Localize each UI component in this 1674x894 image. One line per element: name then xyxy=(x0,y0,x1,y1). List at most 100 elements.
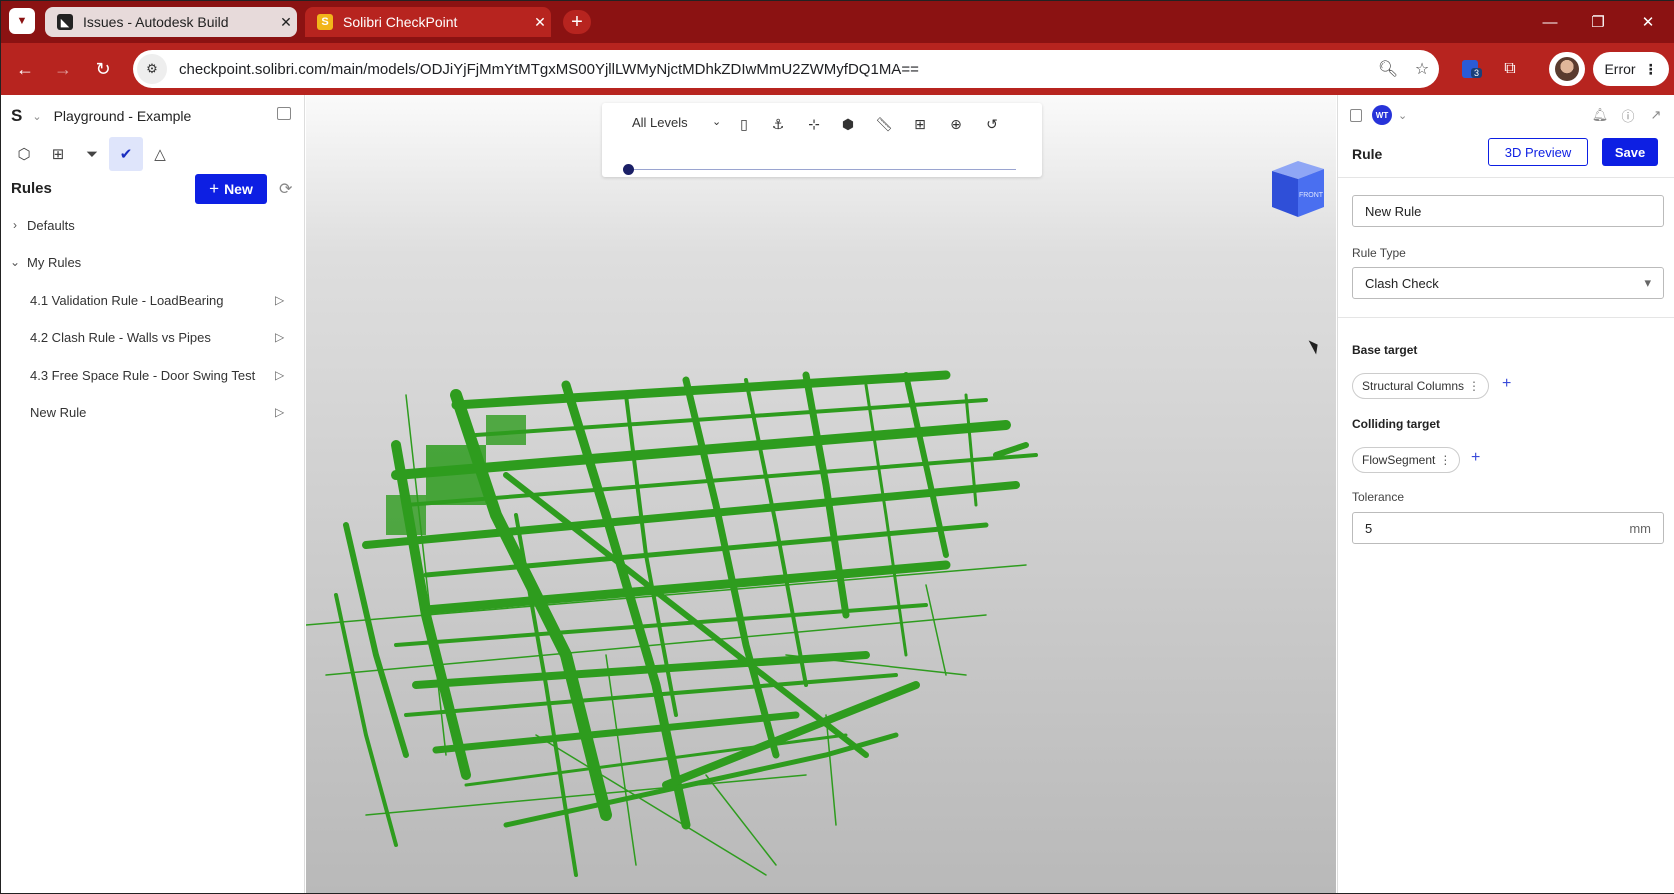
walk-icon[interactable]: ⚓ xyxy=(766,112,790,136)
tab-title: Solibri CheckPoint xyxy=(343,14,458,30)
rule-panel-topbar: WT ⌄ 🔔︎ ⓘ ↗ xyxy=(1350,103,1670,127)
rule-type-label: Rule Type xyxy=(1352,246,1406,260)
close-icon: ✕ xyxy=(1641,14,1655,31)
chevron-down-icon[interactable]: ⌄ xyxy=(1398,109,1407,122)
models-tab[interactable]: ⬡ xyxy=(7,137,41,171)
back-button[interactable]: ← xyxy=(10,54,40,84)
play-icon[interactable]: ▷ xyxy=(275,293,291,307)
rule-type-select[interactable]: Clash Check ▾ xyxy=(1352,267,1664,299)
filter-icon: ⏷ xyxy=(85,145,98,163)
extension-button[interactable]: 3 xyxy=(1457,56,1483,82)
bell-icon[interactable]: 🔔︎ xyxy=(1586,107,1614,123)
profile-button[interactable] xyxy=(1549,52,1585,86)
3d-viewport[interactable]: All Levels ⌄ ▯ ⚓ ⊹ ⬢ 📏︎ ⊞ ⊕ ↺ FRONT xyxy=(306,95,1336,893)
chevron-right-icon: › xyxy=(13,218,17,232)
site-info-icon[interactable]: ⚙ xyxy=(137,54,167,84)
3d-preview-button[interactable]: 3D Preview xyxy=(1488,138,1588,166)
tab-title: Issues - Autodesk Build xyxy=(83,14,229,30)
play-icon[interactable]: ▷ xyxy=(275,368,291,382)
restore-button[interactable]: ❐ xyxy=(1575,1,1621,43)
tree-group-label: Defaults xyxy=(27,217,75,233)
navigation-cube[interactable]: FRONT xyxy=(1264,157,1326,219)
puzzle-icon: ⧉ xyxy=(1504,60,1516,77)
close-tab-icon[interactable]: ✕ xyxy=(275,14,297,31)
minimize-icon: — xyxy=(1542,13,1558,31)
chevron-down-icon[interactable]: ⌄ xyxy=(712,115,721,128)
zoom-icon[interactable]: 🔍︎ xyxy=(1371,59,1405,79)
chevron-down-icon: ⌄ xyxy=(9,255,21,269)
info-icon[interactable]: ⓘ xyxy=(1614,106,1642,125)
new-tab-button[interactable]: + xyxy=(563,10,591,34)
measure-icon[interactable]: 📏︎ xyxy=(872,112,896,136)
external-link-icon[interactable]: ↗ xyxy=(1642,107,1670,123)
grid-icon[interactable]: ⊞ xyxy=(908,112,932,136)
zoom-fit-icon[interactable]: ⊕ xyxy=(944,112,968,136)
section-box-icon[interactable]: ⬢ xyxy=(836,112,860,136)
rule-panel-title: Rule xyxy=(1352,146,1383,162)
add-base-target-icon[interactable]: + xyxy=(1502,375,1511,393)
solibri-logo: S xyxy=(11,106,23,125)
bookmark-star-icon[interactable]: ☆ xyxy=(1405,59,1439,79)
close-tab-icon[interactable]: ✕ xyxy=(529,14,551,31)
more-vert-icon[interactable]: ⋮ xyxy=(1468,379,1480,393)
browser-tab-autodesk[interactable]: ◣ Issues - Autodesk Build ✕ xyxy=(45,7,297,37)
level-slider-handle[interactable] xyxy=(623,164,634,175)
rule-label: 4.1 Validation Rule - LoadBearing xyxy=(30,292,224,308)
more-vert-icon[interactable]: ⋮ xyxy=(1439,453,1451,467)
panel-toggle-icon[interactable] xyxy=(1350,108,1362,122)
layout-tab[interactable]: ⊞ xyxy=(41,137,75,171)
cube-icon: ⬡ xyxy=(17,146,31,163)
browser-tab-solibri[interactable]: S Solibri CheckPoint ✕ xyxy=(305,7,551,37)
base-target-chip[interactable]: Structural Columns ⋮ xyxy=(1352,373,1490,399)
more-vert-icon: ⋮ xyxy=(1643,60,1658,77)
orbit-icon[interactable]: ⊹ xyxy=(802,112,826,136)
user-avatar[interactable]: WT xyxy=(1372,105,1392,125)
play-icon[interactable]: ▷ xyxy=(275,405,291,419)
rule-item[interactable]: 4.1 Validation Rule - LoadBearing ▷ xyxy=(1,282,305,318)
add-colliding-target-icon[interactable]: + xyxy=(1471,449,1480,467)
extensions-menu-button[interactable]: ⧉ xyxy=(1497,56,1523,82)
rule-item[interactable]: 4.2 Clash Rule - Walls vs Pipes ▷ xyxy=(1,319,305,355)
extension-badge: 3 xyxy=(1471,68,1483,78)
arrow-right-icon: → xyxy=(54,58,72,79)
mouse-cursor-icon xyxy=(1308,337,1322,355)
avatar xyxy=(1555,57,1579,81)
divider xyxy=(1338,317,1674,318)
map-icon[interactable]: ▯ xyxy=(732,112,756,136)
close-window-button[interactable]: ✕ xyxy=(1625,1,1671,43)
arrow-left-icon: ← xyxy=(16,58,34,79)
project-selector[interactable]: S ⌄ Playground - Example xyxy=(11,106,191,126)
rules-tab[interactable]: ✔ xyxy=(109,137,143,171)
minimize-button[interactable]: — xyxy=(1527,1,1573,43)
reload-button[interactable]: ↻ xyxy=(88,54,118,84)
refresh-icon[interactable]: ⟳ xyxy=(279,179,292,199)
autodesk-icon: ◣ xyxy=(57,14,73,30)
new-rule-button[interactable]: + New xyxy=(195,174,267,204)
caret-down-icon: ▾ xyxy=(1644,275,1651,290)
colliding-target-chip[interactable]: FlowSegment ⋮ xyxy=(1352,447,1461,473)
address-bar[interactable]: ⚙ checkpoint.solibri.com/main/models/ODJ… xyxy=(133,50,1439,88)
levels-dropdown[interactable]: All Levels xyxy=(632,115,688,130)
level-slider-track[interactable] xyxy=(628,169,1016,170)
rule-item[interactable]: New Rule ▷ xyxy=(1,394,305,430)
filter-tab[interactable]: ⏷ xyxy=(75,137,109,171)
issues-tab[interactable]: △ xyxy=(143,137,177,171)
plus-icon: + xyxy=(209,179,220,198)
rule-item[interactable]: 4.3 Free Space Rule - Door Swing Test ▷ xyxy=(1,357,305,393)
chevron-down-icon: ⌄ xyxy=(32,110,42,123)
panel-toggle-icon[interactable] xyxy=(277,107,291,120)
restore-icon: ❐ xyxy=(1591,14,1605,31)
plus-icon: + xyxy=(571,10,583,33)
play-icon[interactable]: ▷ xyxy=(275,330,291,344)
error-menu-button[interactable]: Error ⋮ xyxy=(1593,52,1669,86)
tolerance-unit: mm xyxy=(1629,520,1651,536)
tab-search-button[interactable]: ▼ xyxy=(9,8,35,34)
pipe-network-model[interactable] xyxy=(306,355,1086,893)
tolerance-input[interactable]: 5 mm xyxy=(1352,512,1664,544)
tree-group-my-rules[interactable]: ⌄ My Rules xyxy=(1,244,305,280)
reset-view-icon[interactable]: ↺ xyxy=(980,112,1004,136)
save-button[interactable]: Save xyxy=(1602,138,1658,166)
tree-group-defaults[interactable]: › Defaults xyxy=(1,207,305,243)
rule-name-input[interactable]: New Rule xyxy=(1352,195,1664,227)
forward-button[interactable]: → xyxy=(48,54,78,84)
